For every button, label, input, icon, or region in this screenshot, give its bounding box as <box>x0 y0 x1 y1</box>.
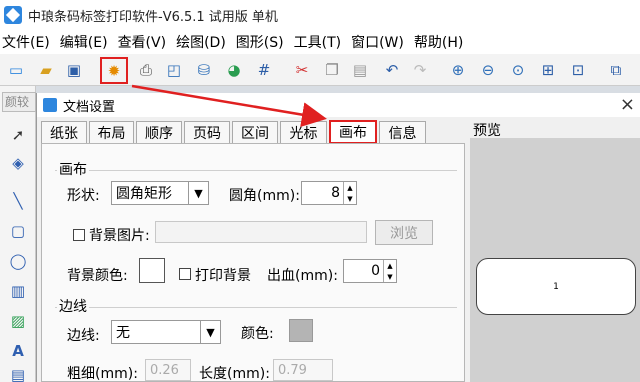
corner-radius-label: 圆角(mm): <box>229 188 300 204</box>
increment-icon[interactable]: ▲ <box>343 182 356 193</box>
document-settings-dialog: 文档设置 × 纸张 布局 顺序 页码 区间 光标 画布 信息 画布 形状: 圆角… <box>36 93 640 382</box>
bleed-label: 出血(mm): <box>267 268 338 284</box>
background-image-path-input[interactable] <box>155 221 367 243</box>
tab-cursor[interactable]: 光标 <box>280 121 327 143</box>
chevron-down-icon[interactable]: ▼ <box>200 321 220 343</box>
border-color-label: 颜色: <box>241 326 274 342</box>
zoom-out-icon[interactable]: ⊖ <box>476 58 500 82</box>
save-icon[interactable]: ▣ <box>62 58 86 82</box>
bleed-stepper[interactable]: 0 ▲ ▼ <box>343 259 397 283</box>
zoom-in-icon[interactable]: ⊕ <box>446 58 470 82</box>
corner-radius-stepper[interactable]: 8 ▲ ▼ <box>301 181 357 205</box>
rotate-tool-icon[interactable]: ◈ <box>7 152 29 174</box>
data-source-icon[interactable]: ◕ <box>222 58 246 82</box>
tab-page-number[interactable]: 页码 <box>184 121 230 143</box>
line-tool-icon[interactable]: ╲ <box>7 190 29 212</box>
print-icon[interactable]: ⎙ <box>134 58 158 82</box>
canvas-settings-panel <box>41 143 465 382</box>
preview-label: 预览 <box>473 123 501 139</box>
preview-page-number: 1 <box>553 281 559 292</box>
tab-order[interactable]: 顺序 <box>136 121 182 143</box>
corner-radius-value: 8 <box>331 185 340 201</box>
border-style-label: 边线: <box>67 328 100 344</box>
barcode-tool-icon[interactable]: ▥ <box>7 280 29 302</box>
border-style-select[interactable]: 无 ▼ <box>111 320 221 344</box>
print-preview-icon[interactable]: ◰ <box>162 58 186 82</box>
tab-layout[interactable]: 布局 <box>89 121 134 143</box>
fit-width-icon[interactable]: ⊞ <box>536 58 560 82</box>
thickness-value: 0.26 <box>150 362 179 378</box>
fit-page-icon[interactable]: ⊡ <box>566 58 590 82</box>
document-settings-gear-icon[interactable]: ✹ <box>100 57 128 84</box>
text-tool-icon[interactable]: A <box>7 340 29 362</box>
canvas-group-divider <box>55 170 457 171</box>
menu-file[interactable]: 文件(E) <box>2 32 50 52</box>
undo-icon[interactable]: ↶ <box>380 58 404 82</box>
decrement-icon[interactable]: ▼ <box>343 193 356 204</box>
bleed-value: 0 <box>371 263 380 279</box>
tab-range[interactable]: 区间 <box>232 121 278 143</box>
length-label: 长度(mm): <box>199 366 270 382</box>
thickness-label: 粗细(mm): <box>67 366 138 382</box>
thickness-input[interactable]: 0.26 <box>145 359 191 381</box>
border-color-swatch[interactable] <box>289 319 313 342</box>
open-folder-icon[interactable]: ▰ <box>34 58 58 82</box>
redo-icon[interactable]: ↷ <box>408 58 432 82</box>
ellipse-tool-icon[interactable]: ◯ <box>7 250 29 272</box>
browse-button[interactable]: 浏览 <box>375 220 433 245</box>
increment-icon[interactable]: ▲ <box>383 260 396 271</box>
preview-label-shape: 1 <box>476 258 636 315</box>
dialog-app-icon <box>43 98 57 112</box>
shape-select-value: 圆角矩形 <box>116 186 172 202</box>
tab-paper[interactable]: 纸张 <box>41 121 87 143</box>
drawing-tools-sidebar: ➚ ◈ ╲ ▢ ◯ ▥ ▨ A ▤ <box>0 86 36 382</box>
new-document-icon[interactable]: ▭ <box>4 58 28 82</box>
title-bar: 中琅条码标签打印软件-V6.5.1 试用版 单机 <box>0 0 640 30</box>
menu-tools[interactable]: 工具(T) <box>294 32 341 52</box>
menu-bar: 文件(E) 编辑(E) 查看(V) 绘图(D) 图形(S) 工具(T) 窗口(W… <box>0 30 640 54</box>
dialog-title-bar: 文档设置 × <box>37 93 640 117</box>
tab-canvas[interactable]: 画布 <box>329 120 377 144</box>
menu-draw[interactable]: 绘图(D) <box>176 32 226 52</box>
tab-info[interactable]: 信息 <box>379 121 426 143</box>
cut-icon[interactable]: ✂ <box>290 58 314 82</box>
print-background-label: 打印背景 <box>195 268 251 284</box>
more-tools-icon[interactable]: ▤ <box>7 364 29 382</box>
border-group-label: 边线 <box>57 296 89 316</box>
grid-icon[interactable]: # <box>252 58 276 82</box>
copy-icon[interactable]: ❐ <box>320 58 344 82</box>
menu-window[interactable]: 窗口(W) <box>351 32 404 52</box>
menu-edit[interactable]: 编辑(E) <box>60 32 108 52</box>
dialog-title: 文档设置 <box>63 99 116 115</box>
window-title: 中琅条码标签打印软件-V6.5.1 试用版 单机 <box>28 9 278 25</box>
toolbar: ▭ ▰ ▣ ✹ ⎙ ◰ ⛁ ◕ # ✂ ❐ ▤ ↶ ↷ ⊕ ⊖ ⊙ ⊞ ⊡ ⧉ <box>0 54 640 86</box>
zoom-actual-icon[interactable]: ⊙ <box>506 58 530 82</box>
select-arrow-icon[interactable]: ➚ <box>7 124 29 146</box>
ghost-panel-label: 颜较 <box>2 92 36 112</box>
image-tool-icon[interactable]: ▨ <box>7 310 29 332</box>
border-group-divider <box>55 307 457 308</box>
menu-help[interactable]: 帮助(H) <box>414 32 463 52</box>
background-image-label: 背景图片: <box>89 228 150 244</box>
chevron-down-icon[interactable]: ▼ <box>188 182 208 204</box>
background-color-label: 背景颜色: <box>67 268 128 284</box>
rectangle-tool-icon[interactable]: ▢ <box>7 220 29 242</box>
arrange-icon[interactable]: ⧉ <box>604 58 628 82</box>
menu-shape[interactable]: 图形(S) <box>236 32 284 52</box>
border-style-value: 无 <box>116 325 130 341</box>
shape-select[interactable]: 圆角矩形 ▼ <box>111 181 209 205</box>
decrement-icon[interactable]: ▼ <box>383 271 396 282</box>
canvas-group-label: 画布 <box>57 159 89 179</box>
length-value: 0.79 <box>278 362 307 378</box>
background-color-swatch[interactable] <box>139 258 165 283</box>
length-input[interactable]: 0.79 <box>273 359 333 381</box>
menu-view[interactable]: 查看(V) <box>118 32 167 52</box>
shape-label: 形状: <box>67 188 100 204</box>
database-icon[interactable]: ⛁ <box>192 58 216 82</box>
paste-icon[interactable]: ▤ <box>348 58 372 82</box>
print-background-checkbox[interactable] <box>179 268 191 280</box>
close-icon[interactable]: × <box>620 94 635 115</box>
background-image-checkbox[interactable] <box>73 229 85 241</box>
app-logo-icon <box>4 6 22 24</box>
